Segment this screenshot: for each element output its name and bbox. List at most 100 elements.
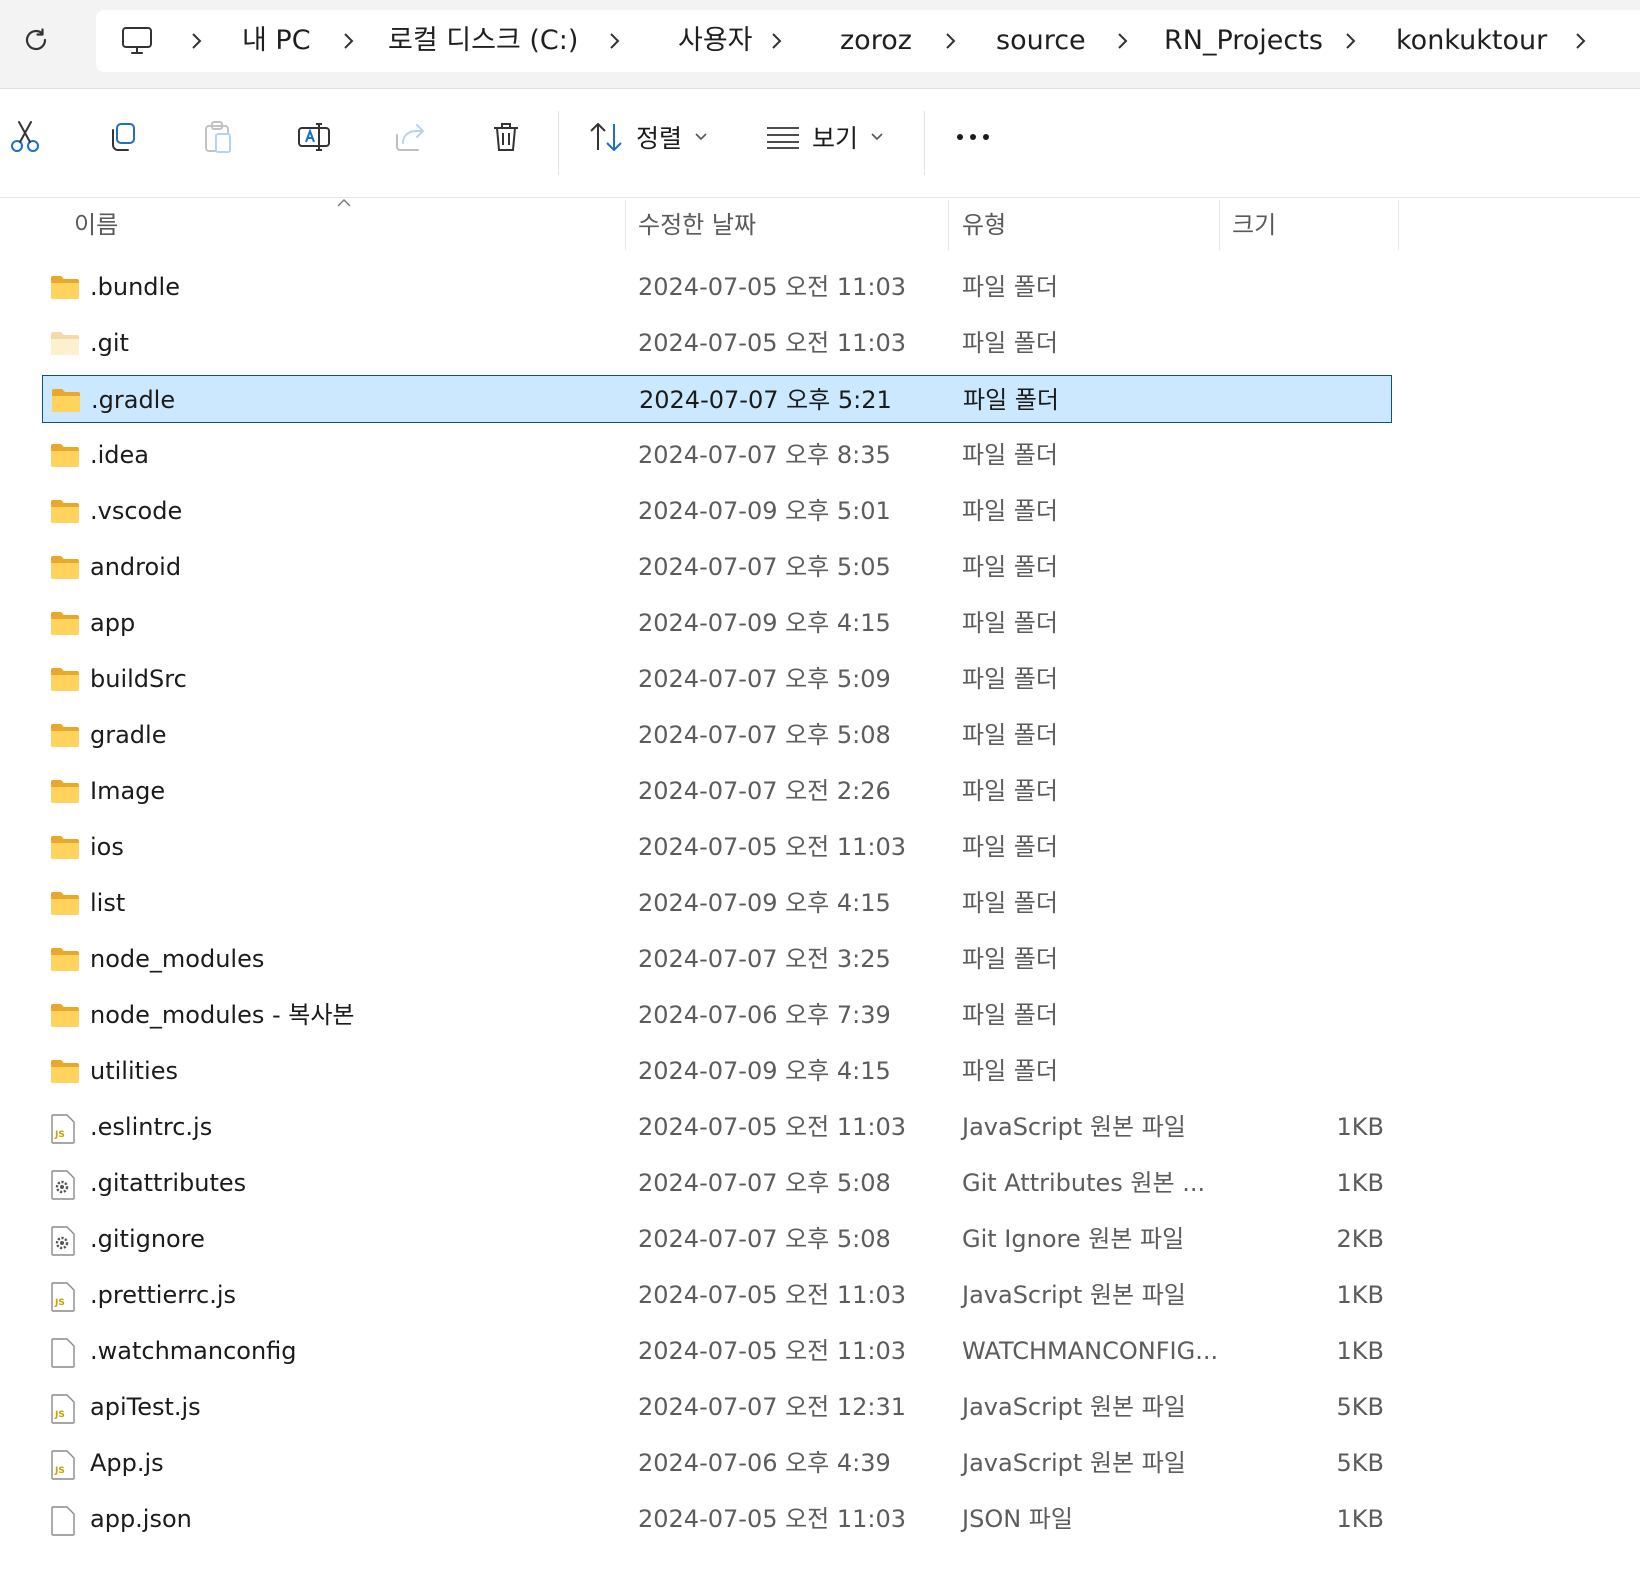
folder-icon (50, 498, 80, 524)
file-type: WATCHMANCONFIG... (962, 1337, 1219, 1365)
file-row[interactable]: node_modules - 복사본 2024-07-06 오후 7:39 파일 폴… (42, 991, 1392, 1039)
crumb-users[interactable]: 사용자 (678, 10, 753, 72)
file-name: list (90, 889, 126, 917)
rename-button[interactable] (292, 107, 336, 167)
file-date-modified: 2024-07-07 오후 5:05 (638, 553, 891, 581)
file-size: 1KB (1336, 1281, 1384, 1309)
paste-button[interactable] (196, 107, 240, 167)
chevron-right-icon[interactable] (606, 32, 622, 50)
file-name: gradle (90, 721, 167, 749)
file-row[interactable]: android 2024-07-07 오후 5:05 파일 폴더 (42, 543, 1392, 591)
crumb-konkuktour[interactable]: konkuktour (1396, 10, 1547, 72)
file-row[interactable]: buildSrc 2024-07-07 오후 5:09 파일 폴더 (42, 655, 1392, 703)
file-row[interactable]: JS apiTest.js 2024-07-07 오전 12:31 JavaScrip… (42, 1383, 1392, 1431)
file-date-modified: 2024-07-06 오후 7:39 (638, 1001, 891, 1029)
column-divider[interactable] (948, 200, 949, 250)
column-type[interactable]: 유형 (962, 198, 1006, 252)
cut-button[interactable] (0, 107, 50, 167)
file-size: 5KB (1336, 1393, 1384, 1421)
file-date-modified: 2024-07-05 오전 11:03 (638, 329, 907, 357)
folder-icon (50, 834, 80, 860)
file-row[interactable]: JS App.js 2024-07-06 오후 4:39 JavaScript 원본 … (42, 1439, 1392, 1487)
crumb-source[interactable]: source (996, 10, 1086, 72)
file-row[interactable]: JS .eslintrc.js 2024-07-05 오전 11:03 JavaScr… (42, 1103, 1392, 1151)
file-row[interactable]: app 2024-07-09 오후 4:15 파일 폴더 (42, 599, 1392, 647)
file-type: 파일 폴더 (962, 497, 1058, 525)
refresh-button[interactable] (14, 18, 58, 62)
column-date-modified[interactable]: 수정한 날짜 (638, 198, 756, 252)
chevron-right-icon[interactable] (1342, 32, 1358, 50)
folder-icon (50, 554, 80, 580)
chevron-right-icon[interactable] (188, 32, 204, 50)
file-row[interactable]: .vscode 2024-07-09 오후 5:01 파일 폴더 (42, 487, 1392, 535)
file-date-modified: 2024-07-09 오후 4:15 (638, 889, 891, 917)
file-date-modified: 2024-07-07 오후 5:21 (639, 386, 892, 414)
column-divider[interactable] (1398, 200, 1399, 250)
column-name[interactable]: 이름 (74, 198, 118, 252)
column-size[interactable]: 크기 (1232, 198, 1276, 252)
file-type: 파일 폴더 (962, 889, 1058, 917)
file-row[interactable]: utilities 2024-07-09 오후 4:15 파일 폴더 (42, 1047, 1392, 1095)
file-date-modified: 2024-07-09 오후 5:01 (638, 497, 891, 525)
crumb-zoroz[interactable]: zoroz (840, 10, 912, 72)
more-options-button[interactable] (950, 107, 996, 167)
file-row[interactable]: gradle 2024-07-07 오후 5:08 파일 폴더 (42, 711, 1392, 759)
file-type: 파일 폴더 (963, 386, 1059, 414)
delete-button[interactable] (484, 107, 528, 167)
file-row[interactable]: .bundle 2024-07-05 오전 11:03 파일 폴더 (42, 263, 1392, 311)
copy-button[interactable] (100, 107, 144, 167)
chevron-right-icon[interactable] (1114, 32, 1130, 50)
file-row[interactable]: .gitattributes 2024-07-07 오후 5:08 Git Attr… (42, 1159, 1392, 1207)
chevron-right-icon[interactable] (340, 32, 356, 50)
folder-icon (50, 722, 80, 748)
file-row[interactable]: .gitignore 2024-07-07 오후 5:08 Git Ignore 원… (42, 1215, 1392, 1263)
file-name: buildSrc (90, 665, 187, 693)
file-date-modified: 2024-07-05 오전 11:03 (638, 1337, 907, 1365)
chevron-right-icon[interactable] (768, 32, 784, 50)
file-row[interactable]: JS .prettierrc.js 2024-07-05 오전 11:03 JavaS… (42, 1271, 1392, 1319)
crumb-my-pc[interactable]: 내 PC (242, 10, 311, 72)
file-name: App.js (90, 1449, 164, 1477)
computer-icon[interactable] (120, 24, 154, 58)
file-date-modified: 2024-07-07 오후 8:35 (638, 441, 891, 469)
file-row[interactable]: .watchmanconfig 2024-07-05 오전 11:03 WATCHM… (42, 1327, 1392, 1375)
sort-button[interactable]: 정렬 (588, 107, 718, 167)
chevron-right-icon[interactable] (1572, 32, 1588, 50)
folder-hidden-icon (50, 330, 80, 356)
folder-icon (50, 666, 80, 692)
file-type: 파일 폴더 (962, 553, 1058, 581)
file-name: .vscode (90, 497, 183, 525)
column-divider[interactable] (1219, 200, 1220, 250)
crumb-local-disk[interactable]: 로컬 디스크 (C:) (388, 10, 578, 72)
crumb-rn-projects[interactable]: RN_Projects (1164, 10, 1323, 72)
view-button[interactable]: 보기 (766, 107, 896, 167)
breadcrumb[interactable]: 내 PC 로컬 디스크 (C:) 사용자 zoroz source RN_Pro… (96, 10, 1640, 72)
file-row[interactable]: app.json 2024-07-05 오전 11:03 JSON 파일 1KB (42, 1495, 1392, 1543)
js-file-icon: JS (50, 1282, 80, 1312)
file-date-modified: 2024-07-05 오전 11:03 (638, 1281, 907, 1309)
file-name: app (90, 609, 136, 637)
file-row[interactable]: Image 2024-07-07 오전 2:26 파일 폴더 (42, 767, 1392, 815)
scissors-icon (11, 121, 39, 152)
file-row[interactable]: .git 2024-07-05 오전 11:03 파일 폴더 (42, 319, 1392, 367)
share-button[interactable] (388, 107, 432, 167)
file-row[interactable]: ios 2024-07-05 오전 11:03 파일 폴더 (42, 823, 1392, 871)
chevron-right-icon[interactable] (942, 32, 958, 50)
file-date-modified: 2024-07-07 오전 3:25 (638, 945, 891, 973)
column-divider[interactable] (625, 200, 626, 250)
file-row-selected[interactable]: .gradle 2024-07-07 오후 5:21 파일 폴더 (42, 375, 1392, 423)
file-type: JSON 파일 (962, 1505, 1073, 1533)
file-name: .bundle (90, 273, 180, 301)
command-bar: 정렬 보기 (0, 89, 1640, 198)
file-row[interactable]: list 2024-07-09 오후 4:15 파일 폴더 (42, 879, 1392, 927)
file-date-modified: 2024-07-05 오전 11:03 (638, 833, 907, 861)
copy-icon (112, 123, 135, 151)
file-row[interactable]: .idea 2024-07-07 오후 8:35 파일 폴더 (42, 431, 1392, 479)
svg-text:JS: JS (54, 1298, 65, 1308)
file-date-modified: 2024-07-09 오후 4:15 (638, 1057, 891, 1085)
folder-icon (50, 890, 80, 916)
file-size: 5KB (1336, 1449, 1384, 1477)
file-type: Git Attributes 원본 ... (962, 1169, 1206, 1197)
file-date-modified: 2024-07-07 오후 5:09 (638, 665, 891, 693)
file-row[interactable]: node_modules 2024-07-07 오전 3:25 파일 폴더 (42, 935, 1392, 983)
